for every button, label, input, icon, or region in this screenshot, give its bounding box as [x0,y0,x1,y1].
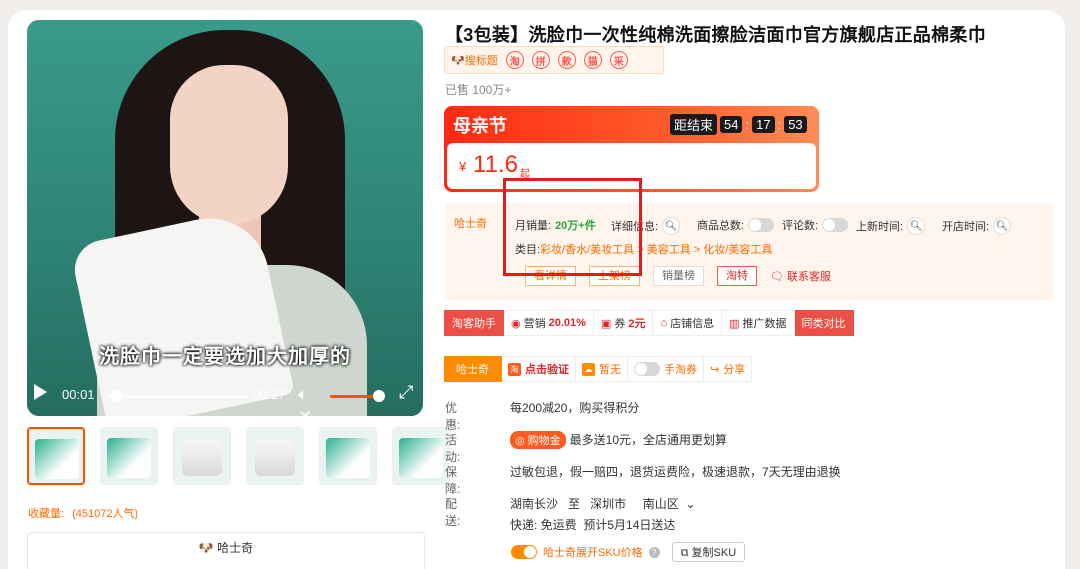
share-button[interactable]: ↪ 分享 [704,356,753,382]
highlight-box [503,178,642,276]
city-select[interactable]: 深圳市 [590,497,626,511]
thumbnail[interactable] [27,427,85,485]
fullscreen-icon[interactable]: ⤢ [399,382,413,403]
product-title: 【3包装】洗脸巾一次性纯棉洗面擦脸洁面巾官方旗舰店正品棉柔巾 [445,25,987,45]
countdown-hours: 54 [720,116,743,133]
open-time: 开店时间: 🔍︎ [942,217,1012,235]
contact-service-link[interactable]: 🗨︎ 联系客服 [770,268,831,284]
marketing-button[interactable]: ◉ 营销 20.01% [504,310,594,336]
favorites-count: 收藏量: (451072人气) [28,508,139,520]
shop-icon: ⌂ [660,317,668,329]
promo-title: 母亲节 [453,116,507,136]
husky-panel[interactable]: 🐶 哈士奇 [27,532,425,569]
review-count-toggle[interactable] [822,218,849,232]
sku-toggle[interactable] [511,545,537,559]
sold-count: 已售 100万+ [445,83,512,97]
coupon-button[interactable]: ▣ 券 2元 [593,310,654,336]
copy-sku-button[interactable]: ⧉ 复制SKU [671,542,746,562]
currency-symbol: ¥ [459,159,467,174]
bar-chart-icon: ▥ [729,317,740,330]
same-style-icon[interactable]: 款 [557,51,576,69]
taoke-assistant-button[interactable]: 淘客助手 [444,310,504,336]
price: 11.6 [473,151,518,178]
total-items: 商品总数: [697,217,775,233]
help-icon[interactable]: ? [648,546,660,558]
tool-bar-2: 哈士奇 淘点击验证 ☁ 暂无 手淘券 ↪ 分享 [444,356,753,382]
shopping-gold-badge: ◎ 购物金 [510,431,566,449]
video-person-face [170,65,288,225]
pinduoduo-icon[interactable]: 拼 [531,51,550,69]
tool-bar: 淘客助手 ◉ 营销 20.01% ▣ 券 2元 ⌂ 店铺信息 ▥ 推广数据 同类对比 [444,310,854,336]
volume-slider[interactable] [330,395,380,398]
taobao-icon: 淘 [508,362,521,376]
husky-button[interactable]: 哈士奇 [444,356,502,382]
thumbnail[interactable] [173,427,231,485]
search-badges: 🐶搜标题 淘 拼 款 猫 采 [444,46,664,74]
district-select[interactable]: 南山区 [643,497,679,511]
countdown-seconds: 53 [784,116,807,133]
thumbnail[interactable] [392,427,450,485]
search-icon[interactable]: 🔍︎ [662,217,681,235]
taobao-coupon-button[interactable]: 手淘券 [628,356,704,382]
search-icon[interactable]: 🔍︎ [907,217,926,235]
video-duration: 00:27 [253,387,286,402]
analytics-brand: 哈士奇 [454,218,487,230]
video-controls: 00:01 00:27 🔈︎✕ ⤢ [27,376,423,416]
taobao-icon[interactable]: 淘 [505,51,524,69]
verify-button[interactable]: 淘点击验证 [502,356,576,382]
1688-icon[interactable]: 采 [609,51,628,69]
video-progress-track[interactable] [107,395,247,398]
countdown-minutes: 17 [752,116,775,133]
coupon-icon: ▣ [600,317,612,330]
marketing-icon: ◉ [511,317,521,330]
sku-label: 哈士奇展开SKU价格 [543,547,643,559]
sales-rank-button[interactable]: 销量榜 [653,266,704,286]
thumbnail[interactable] [319,427,377,485]
mute-icon[interactable]: 🔈︎✕ [298,384,320,416]
video-current-time: 00:01 [62,387,95,402]
tmall-icon[interactable]: 猫 [583,51,602,69]
shop-info-button[interactable]: ⌂ 店铺信息 [653,310,723,336]
sku-row: 哈士奇展开SKU价格 ? ⧉ 复制SKU [511,542,746,562]
play-icon[interactable] [34,384,47,400]
cloud-icon: ☁ [582,362,595,376]
chevron-down-icon[interactable]: ⌄ [685,497,695,511]
search-icon[interactable]: 🔍︎ [993,217,1012,235]
none-button[interactable]: ☁ 暂无 [576,356,628,382]
taote-button[interactable]: 淘特 [717,266,757,286]
video-progress-knob[interactable] [110,390,123,402]
category-link[interactable]: 化妆/美容工具 [703,244,772,256]
total-items-toggle[interactable] [748,218,775,232]
search-title-badge[interactable]: 🐶搜标题 [451,52,498,68]
product-video[interactable]: 洗脸巾一定要选加大加厚的 00:01 00:27 🔈︎✕ ⤢ [27,20,423,416]
volume-knob[interactable] [373,390,386,402]
thumbnail-strip [27,427,450,485]
promo-data-button[interactable]: ▥ 推广数据 [722,310,795,336]
video-caption: 洗脸巾一定要选加大加厚的 [99,346,351,368]
thumbnail[interactable] [100,427,158,485]
coupon-toggle[interactable] [634,362,660,376]
husky-panel-label: 🐶 哈士奇 [198,541,254,555]
new-time: 上新时间: 🔍︎ [856,217,926,235]
countdown: 距结束 54: 17: 53 [670,114,807,135]
category-link[interactable]: 美容工具 [647,244,691,256]
countdown-label: 距结束 [670,114,718,135]
review-count: 评论数: [782,217,849,233]
thumbnail[interactable] [246,427,304,485]
share-icon: ↪ [710,363,720,376]
compare-button[interactable]: 同类对比 [794,310,854,336]
